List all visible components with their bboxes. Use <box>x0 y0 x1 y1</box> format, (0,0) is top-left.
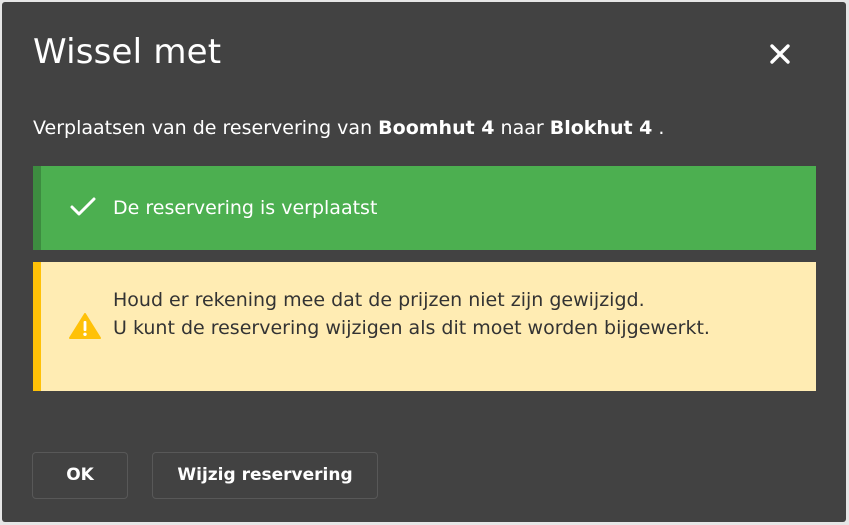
warning-line: Houd er rekening mee dat de prijzen niet… <box>113 289 645 311</box>
message-suffix: . <box>652 117 665 139</box>
checkmark-icon <box>69 195 97 223</box>
close-button[interactable] <box>762 36 798 72</box>
message-middle: naar <box>494 117 550 139</box>
warning-alert: Houd er rekening mee dat de prijzen niet… <box>33 262 816 391</box>
warning-icon <box>68 312 102 344</box>
move-message: Verplaatsen van de reservering van Boomh… <box>33 114 664 142</box>
target-unit: Blokhut 4 <box>549 117 653 139</box>
success-alert-text: De reservering is verplaatst <box>113 197 378 219</box>
close-icon <box>770 44 790 64</box>
move-reservation-dialog: Wissel met Verplaatsen van de reserverin… <box>2 2 846 522</box>
source-unit: Boomhut 4 <box>378 117 495 139</box>
success-alert: De reservering is verplaatst <box>33 166 816 250</box>
warning-alert-text: Houd er rekening mee dat de prijzen niet… <box>113 286 773 342</box>
message-prefix: Verplaatsen van de reservering van <box>33 117 379 139</box>
edit-reservation-button[interactable]: Wijzig reservering <box>152 452 378 499</box>
ok-button[interactable]: OK <box>32 452 128 499</box>
dialog-title: Wissel met <box>33 32 222 72</box>
warning-line: U kunt de reservering wijzigen als dit m… <box>113 317 710 339</box>
